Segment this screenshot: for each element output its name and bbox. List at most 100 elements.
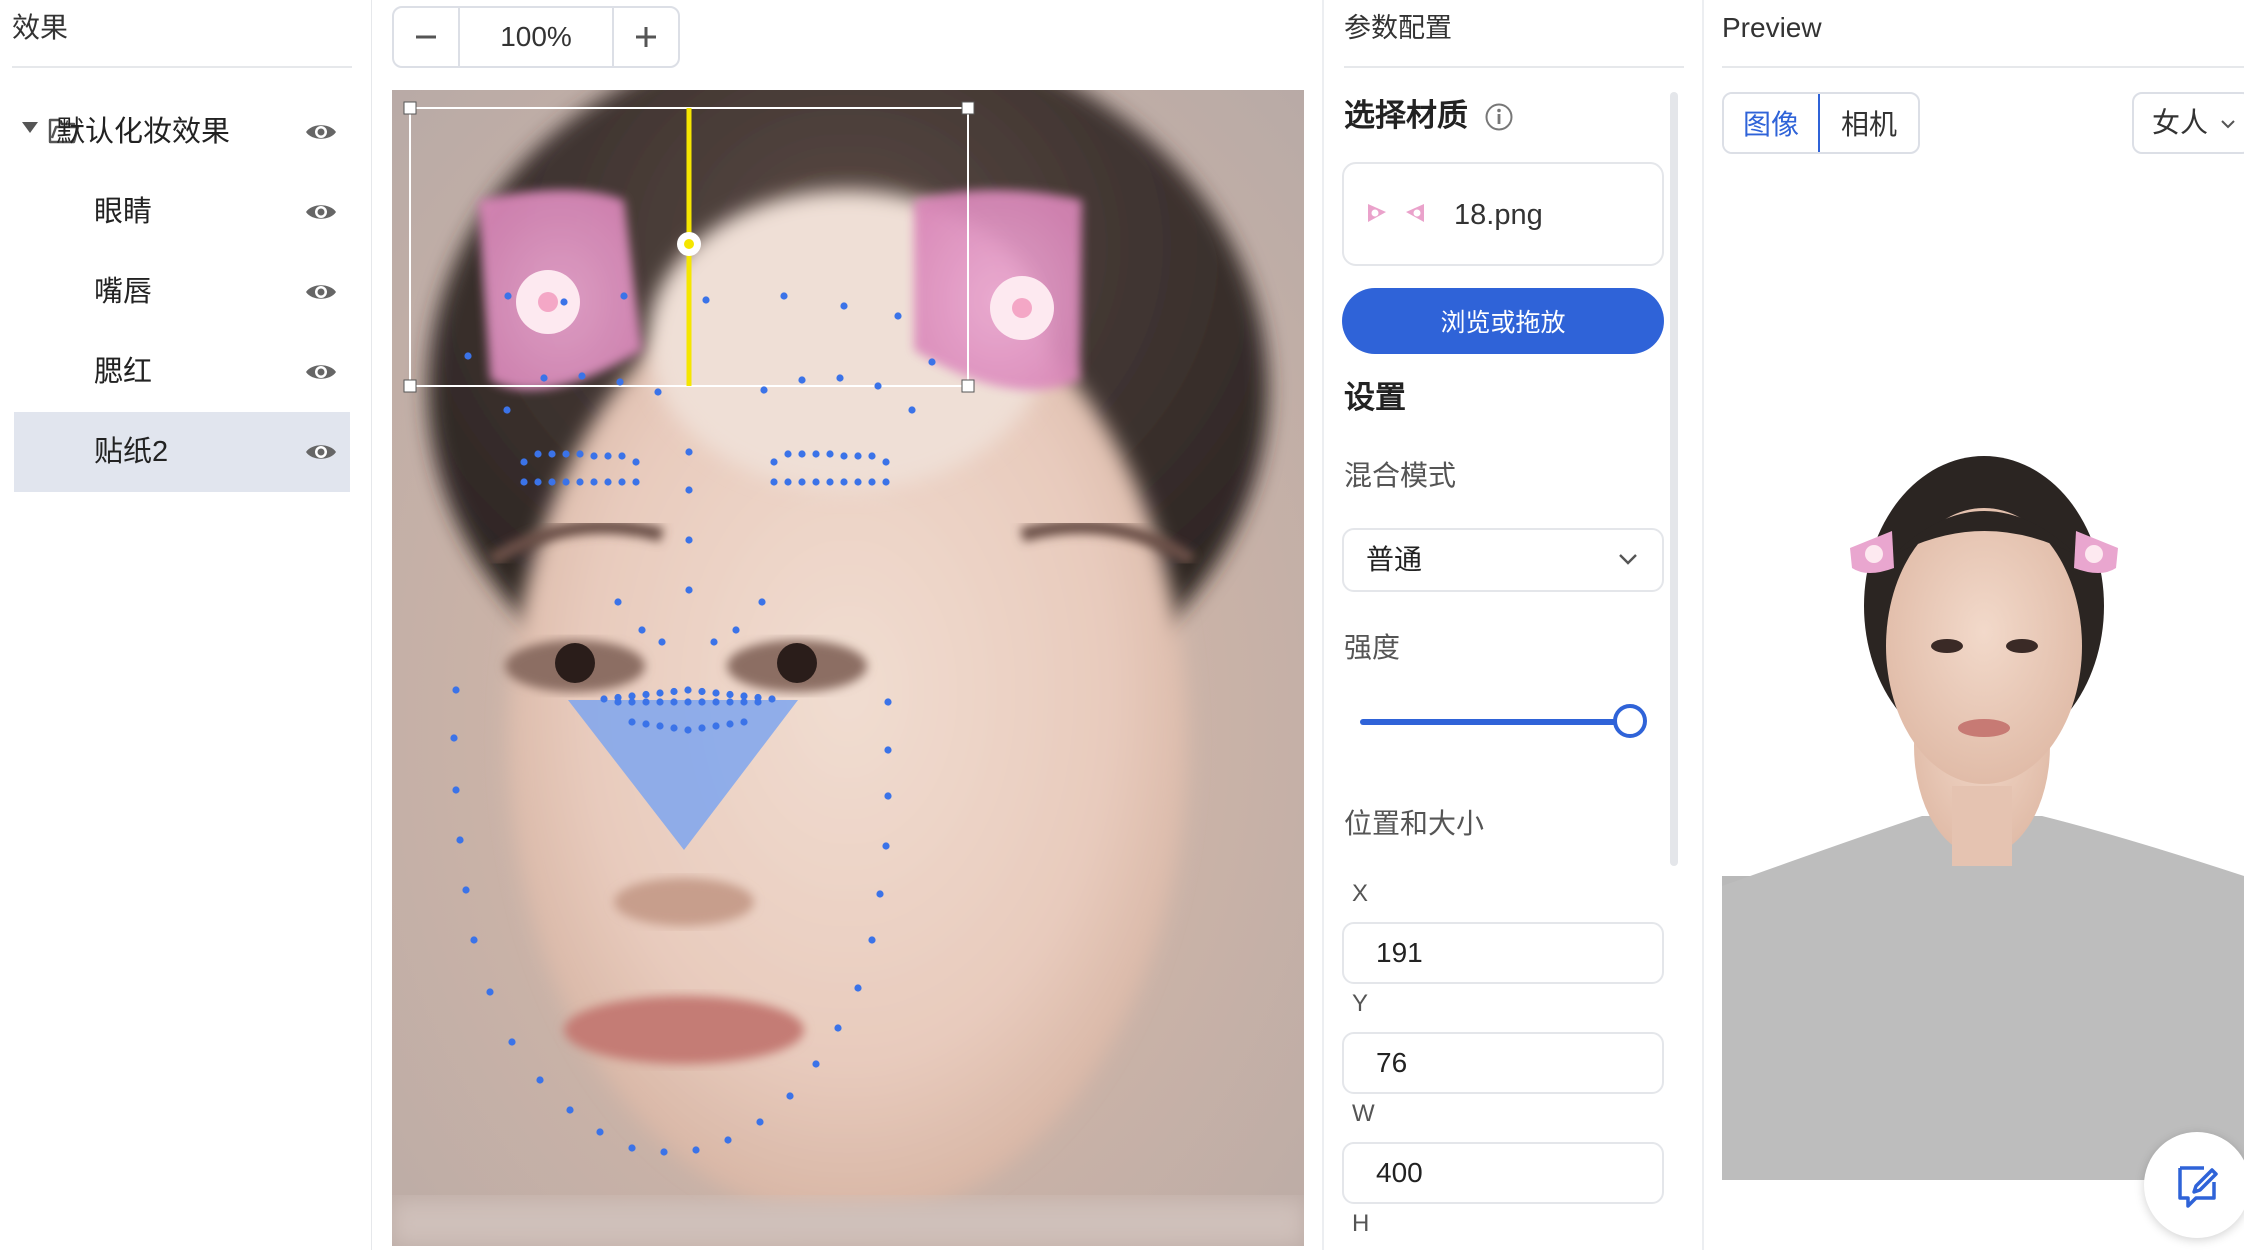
landmark-dot xyxy=(685,486,693,494)
landmark-dot xyxy=(578,372,586,380)
landmark-dot xyxy=(692,1146,700,1154)
x-label: X xyxy=(1352,880,1369,907)
blend-mode-value: 普通 xyxy=(1366,544,1423,575)
zoom-out-button[interactable] xyxy=(394,8,458,66)
eye-icon[interactable] xyxy=(304,198,338,226)
landmark-dot xyxy=(614,598,622,606)
landmark-dot xyxy=(868,452,876,460)
landmark-dot xyxy=(628,718,636,726)
landmark-dot xyxy=(486,988,494,996)
zoom-in-button[interactable] xyxy=(614,8,678,66)
landmark-dot xyxy=(684,686,692,694)
landmark-dot xyxy=(740,698,748,706)
landmark-dot xyxy=(726,720,734,728)
landmark-dot xyxy=(452,686,460,694)
landmark-dot xyxy=(642,698,650,706)
landmark-dot xyxy=(452,786,460,794)
position-size-label: 位置和大小 xyxy=(1344,808,1485,839)
tab-camera[interactable]: 相机 xyxy=(1820,94,1918,152)
tab-image[interactable]: 图像 xyxy=(1724,94,1820,152)
caret-down-icon[interactable] xyxy=(22,122,38,133)
model-value: 女人 xyxy=(2152,107,2209,138)
landmark-dot xyxy=(464,352,472,360)
feedback-button[interactable] xyxy=(2144,1132,2244,1238)
strength-slider-thumb[interactable] xyxy=(1613,704,1647,738)
landmark-dot xyxy=(840,452,848,460)
landmark-dot xyxy=(450,734,458,742)
landmark-dot xyxy=(702,296,710,304)
landmark-dot xyxy=(874,382,882,390)
landmark-dot xyxy=(656,722,664,730)
landmark-dot xyxy=(740,718,748,726)
tree-item-4[interactable]: 贴纸2 xyxy=(14,412,350,492)
chevron-down-icon xyxy=(1619,554,1637,565)
landmark-dot xyxy=(798,450,806,458)
landmark-dot xyxy=(520,478,528,486)
editor-canvas[interactable] xyxy=(392,90,1304,1246)
landmark-dot xyxy=(540,374,548,382)
landmark-dot xyxy=(462,886,470,894)
landmark-dot xyxy=(698,687,706,696)
landmark-dot xyxy=(784,478,792,486)
x-input[interactable]: 191 xyxy=(1342,922,1664,984)
eye-icon[interactable] xyxy=(304,118,338,146)
strength-slider[interactable] xyxy=(1360,704,1647,738)
landmark-dot xyxy=(840,302,848,310)
tree-item-1[interactable]: 眼睛 xyxy=(14,172,350,252)
landmark-dot xyxy=(604,478,612,486)
landmark-dot xyxy=(784,450,792,458)
preview-portrait xyxy=(1722,456,2244,1180)
browse-button[interactable]: 浏览或拖放 xyxy=(1342,288,1664,354)
landmark-overlay xyxy=(450,292,936,1156)
eye-icon[interactable] xyxy=(304,358,338,386)
landmark-dot xyxy=(670,687,678,696)
material-file-card[interactable]: 18.png xyxy=(1342,162,1664,266)
info-icon[interactable] xyxy=(1484,102,1514,132)
landmark-dot xyxy=(628,1144,636,1152)
zoom-level: 100% xyxy=(458,8,614,66)
divider xyxy=(1344,66,1684,68)
eye-icon[interactable] xyxy=(304,278,338,306)
landmark-dot xyxy=(698,724,706,732)
landmark-dot xyxy=(548,478,556,486)
landmark-dot xyxy=(656,689,664,697)
landmark-dot xyxy=(670,724,678,732)
eye-icon[interactable] xyxy=(304,438,338,466)
model-select[interactable]: 女人 xyxy=(2132,92,2244,154)
blend-mode-select[interactable]: 普通 xyxy=(1342,528,1664,592)
landmark-dot xyxy=(884,746,892,754)
landmark-dot xyxy=(660,1148,668,1156)
landmark-dot xyxy=(616,378,624,386)
landmark-dot xyxy=(685,586,693,594)
preview-title: Preview xyxy=(1722,12,1822,43)
y-input[interactable]: 76 xyxy=(1342,1032,1664,1094)
landmark-dot xyxy=(638,626,646,634)
zoom-control: 100% xyxy=(392,6,680,68)
h-label: H xyxy=(1352,1210,1370,1237)
scrollbar[interactable] xyxy=(1670,92,1678,866)
preview-image xyxy=(1722,176,2244,1180)
landmark-dot xyxy=(732,626,740,634)
w-input[interactable]: 400 xyxy=(1342,1142,1664,1204)
landmark-dot xyxy=(618,452,626,460)
landmark-dot xyxy=(654,388,662,396)
landmark-dot xyxy=(908,406,916,414)
landmark-dot xyxy=(684,698,692,706)
tree-item-3[interactable]: 腮红 xyxy=(14,332,350,412)
strength-slider-fill xyxy=(1360,719,1630,725)
landmark-dot xyxy=(566,1106,574,1114)
landmark-dot xyxy=(712,698,720,706)
chevron-down-icon xyxy=(2221,120,2235,129)
tree-group-default-makeup[interactable]: 默认化妆效果 xyxy=(14,92,350,172)
landmark-dot xyxy=(642,690,650,699)
landmark-dot xyxy=(826,450,834,458)
landmark-dot xyxy=(470,936,478,944)
landmark-dot xyxy=(562,450,570,458)
settings-title: 设置 xyxy=(1344,380,1406,415)
tree-item-label: 嘴唇 xyxy=(94,276,153,308)
landmark-dot xyxy=(894,312,902,320)
landmark-dot xyxy=(798,376,806,384)
tree-item-2[interactable]: 嘴唇 xyxy=(14,252,350,332)
landmark-dot xyxy=(868,936,876,944)
material-section-title: 选择材质 xyxy=(1344,98,1468,133)
